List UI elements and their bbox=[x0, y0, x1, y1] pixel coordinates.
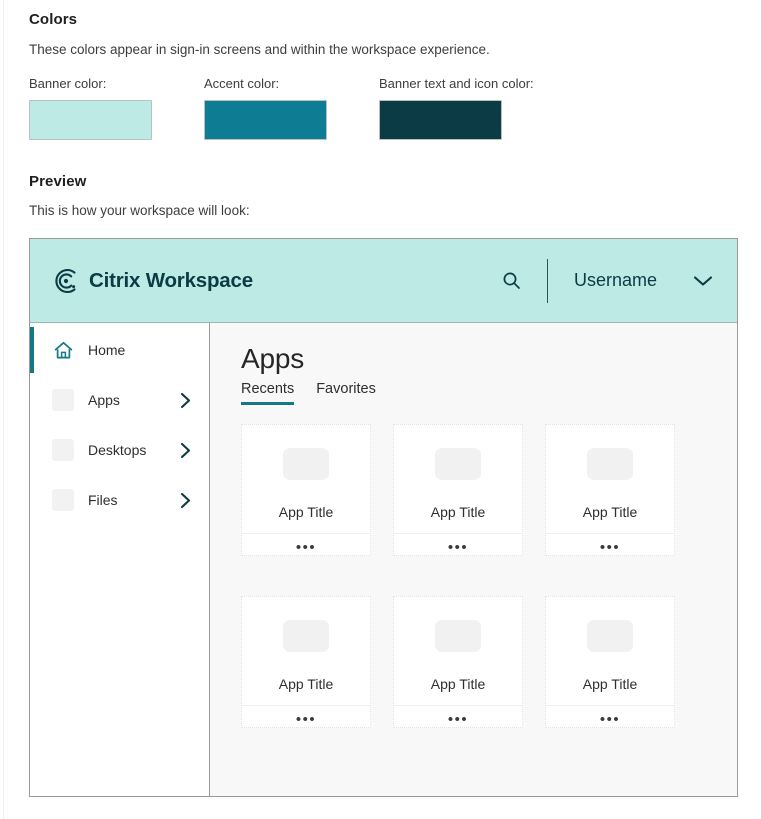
apps-grid: App Title ••• App Title ••• App Title ••… bbox=[241, 424, 737, 728]
tab-recents[interactable]: Recents bbox=[241, 381, 295, 405]
app-card[interactable]: App Title ••• bbox=[241, 596, 371, 728]
app-card-more-button[interactable]: ••• bbox=[448, 712, 468, 727]
app-card-title: App Title bbox=[430, 676, 486, 693]
sidebar-item-files-label: Files bbox=[88, 492, 118, 508]
sidebar-item-files[interactable]: Files bbox=[30, 483, 209, 517]
app-icon-placeholder bbox=[283, 448, 329, 481]
placeholder-icon bbox=[52, 439, 74, 461]
app-icon-placeholder bbox=[283, 620, 329, 653]
preview-section-title: Preview bbox=[29, 173, 87, 190]
banner-text-icon-color-swatch[interactable] bbox=[379, 100, 502, 140]
app-card[interactable]: App Title ••• bbox=[545, 596, 675, 728]
app-icon-placeholder bbox=[587, 448, 633, 481]
apps-page-title: Apps bbox=[241, 343, 305, 374]
search-icon bbox=[504, 272, 521, 289]
app-card-more-button[interactable]: ••• bbox=[296, 712, 316, 727]
chevron-right-icon bbox=[180, 492, 191, 508]
app-card[interactable]: App Title ••• bbox=[545, 424, 675, 556]
citrix-logo-accent-dot bbox=[72, 284, 76, 288]
app-card-more-button[interactable]: ••• bbox=[296, 540, 316, 555]
banner-text-icon-color-group: Banner text and icon color: bbox=[379, 76, 534, 140]
app-card-more-button[interactable]: ••• bbox=[600, 540, 620, 555]
workspace-preview-frame: Citrix Workspace Username Home Apps Desk… bbox=[29, 238, 738, 797]
app-card[interactable]: App Title ••• bbox=[393, 424, 523, 556]
workspace-logo: Citrix Workspace bbox=[52, 267, 253, 295]
app-icon-placeholder bbox=[435, 620, 481, 653]
banner-right-controls: Username bbox=[495, 239, 737, 322]
app-card-title: App Title bbox=[430, 504, 486, 521]
user-menu-button[interactable]: Username bbox=[574, 270, 713, 291]
workspace-content: Apps Recents Favorites App Title ••• App… bbox=[210, 323, 737, 796]
accent-color-group: Accent color: bbox=[204, 76, 327, 140]
search-button[interactable] bbox=[495, 264, 529, 298]
app-card-title: App Title bbox=[278, 676, 334, 693]
app-card-title: App Title bbox=[278, 504, 334, 521]
sidebar-item-apps[interactable]: Apps bbox=[30, 383, 209, 417]
username-label: Username bbox=[573, 270, 657, 290]
app-card-divider bbox=[546, 533, 674, 534]
sidebar-item-desktops-label: Desktops bbox=[88, 442, 147, 458]
accent-color-label: Accent color: bbox=[204, 76, 280, 91]
app-icon-placeholder bbox=[587, 620, 633, 653]
app-card-divider bbox=[242, 705, 370, 706]
colors-section-title: Colors bbox=[29, 11, 78, 28]
sidebar-item-home[interactable]: Home bbox=[30, 327, 209, 373]
workspace-logo-text: Citrix Workspace bbox=[89, 268, 253, 292]
app-card-more-button[interactable]: ••• bbox=[600, 712, 620, 727]
citrix-logo-dot bbox=[63, 278, 69, 283]
apps-tab-bar: Recents Favorites bbox=[241, 381, 737, 405]
workspace-banner: Citrix Workspace Username bbox=[30, 239, 737, 323]
app-card-divider bbox=[546, 705, 674, 706]
preview-section-description: This is how your workspace will look: bbox=[29, 203, 250, 218]
chevron-right-icon bbox=[180, 442, 191, 458]
banner-text-icon-color-label: Banner text and icon color: bbox=[379, 76, 534, 91]
placeholder-icon bbox=[52, 489, 74, 511]
citrix-logo-icon bbox=[55, 268, 76, 293]
app-card-title: App Title bbox=[582, 504, 638, 521]
app-card-more-button[interactable]: ••• bbox=[448, 540, 468, 555]
banner-color-swatch[interactable] bbox=[29, 100, 152, 140]
sidebar-item-desktops[interactable]: Desktops bbox=[30, 433, 209, 467]
app-card-title: App Title bbox=[582, 676, 638, 693]
page-left-edge-rule bbox=[3, 0, 4, 819]
sidebar-item-apps-label: Apps bbox=[88, 392, 120, 408]
banner-color-group: Banner color: bbox=[29, 76, 152, 140]
banner-vertical-divider bbox=[546, 258, 548, 303]
colors-section-description: These colors appear in sign-in screens a… bbox=[29, 42, 490, 57]
app-card[interactable]: App Title ••• bbox=[393, 596, 523, 728]
accent-color-swatch[interactable] bbox=[204, 100, 327, 140]
banner-color-label: Banner color: bbox=[29, 76, 107, 91]
workspace-sidebar: Home Apps Desktops Files bbox=[30, 323, 210, 796]
home-icon bbox=[52, 339, 74, 361]
chevron-down-icon bbox=[693, 275, 713, 286]
app-card-divider bbox=[394, 533, 522, 534]
sidebar-item-home-label: Home bbox=[88, 342, 126, 358]
app-card-divider bbox=[394, 705, 522, 706]
app-icon-placeholder bbox=[435, 448, 481, 481]
workspace-body: Home Apps Desktops Files Apps Recents Fa… bbox=[30, 323, 737, 796]
chevron-right-icon bbox=[180, 392, 191, 408]
placeholder-icon bbox=[52, 389, 74, 411]
tab-favorites[interactable]: Favorites bbox=[316, 381, 376, 405]
app-card[interactable]: App Title ••• bbox=[241, 424, 371, 556]
app-card-divider bbox=[242, 533, 370, 534]
